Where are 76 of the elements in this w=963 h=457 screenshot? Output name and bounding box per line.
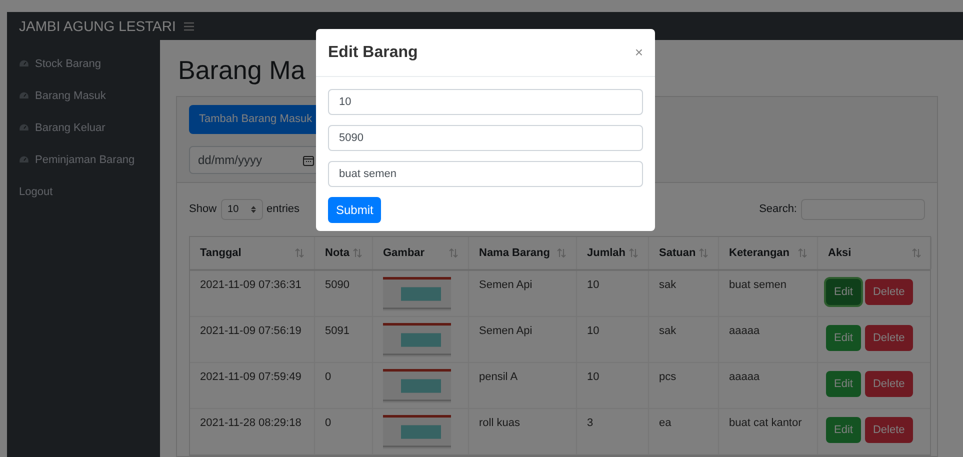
- column-header[interactable]: Tanggal: [190, 237, 315, 269]
- edit-button[interactable]: Edit: [826, 417, 861, 443]
- column-header[interactable]: Satuan: [649, 237, 719, 269]
- table-cell: 2021-11-09 07:56:19: [200, 325, 302, 337]
- gauge-icon: [19, 91, 29, 101]
- table-cell: roll kuas: [479, 417, 520, 429]
- gauge-icon: [19, 123, 29, 133]
- sort-icon: [798, 248, 807, 258]
- modal-title: Edit Barang: [328, 42, 418, 62]
- submit-button[interactable]: Submit: [328, 197, 382, 223]
- image-thumbnail: [383, 323, 451, 357]
- table-cell: 10: [587, 279, 600, 291]
- table-cell: aaaaa: [729, 325, 760, 337]
- image-thumbnail: [383, 369, 451, 403]
- edit-button[interactable]: Edit: [826, 325, 861, 351]
- table-cell: sak: [659, 279, 676, 291]
- gauge-icon: [19, 59, 29, 69]
- sidebar-link[interactable]: Barang Keluar: [7, 112, 160, 144]
- delete-button[interactable]: Delete: [864, 417, 913, 443]
- input-field[interactable]: 5090: [328, 125, 643, 151]
- sidebar-link[interactable]: Peminjaman Barang: [7, 144, 160, 176]
- table-cell: 5090: [325, 279, 350, 291]
- sort-icon: [557, 248, 566, 258]
- sort-icon: [295, 248, 304, 258]
- delete-button[interactable]: Delete: [864, 325, 913, 351]
- table-cell: Semen Api: [479, 325, 532, 337]
- entries-label: entries: [266, 202, 300, 218]
- edit-button[interactable]: Edit: [826, 279, 861, 305]
- select-arrows-icon: [250, 206, 256, 213]
- page-title: Barang Ma: [178, 54, 306, 87]
- sort-icon: [629, 248, 638, 258]
- input-field[interactable]: buat semen: [328, 161, 643, 187]
- image-thumbnail: [383, 277, 451, 311]
- show-label: Show: [189, 202, 217, 218]
- entries-select[interactable]: 10: [220, 199, 263, 220]
- table-cell: Semen Api: [479, 279, 532, 291]
- table-cell: 3: [587, 417, 594, 429]
- table-cell: pensil A: [479, 371, 518, 383]
- sort-icon: [449, 248, 458, 258]
- delete-button[interactable]: Delete: [864, 371, 913, 397]
- table-cell: buat cat kantor: [729, 417, 802, 429]
- table-cell: 2021-11-28 08:29:18: [200, 417, 302, 429]
- table-cell: pcs: [659, 371, 676, 383]
- table-cell: 2021-11-09 07:36:31: [200, 279, 302, 291]
- column-header[interactable]: Nota: [315, 237, 373, 269]
- table-cell: sak: [659, 325, 676, 337]
- sidebar-link[interactable]: Barang Masuk: [7, 80, 160, 112]
- brand-name: JAMBI AGUNG LESTARI: [19, 16, 176, 36]
- table-cell: aaaaa: [729, 371, 760, 383]
- sort-icon: [699, 248, 708, 258]
- sort-icon: [353, 248, 362, 258]
- column-header[interactable]: Gambar: [373, 237, 469, 269]
- delete-button[interactable]: Delete: [864, 279, 913, 305]
- sidebar-link[interactable]: Stock Barang: [7, 48, 160, 80]
- table-cell: 10: [587, 325, 600, 337]
- table-cell: 0: [325, 417, 332, 429]
- table-cell: buat semen: [729, 279, 786, 291]
- sidebar-link[interactable]: Logout: [7, 176, 160, 208]
- input-field[interactable]: 10: [328, 89, 643, 115]
- table-cell: 0: [325, 371, 332, 383]
- column-header[interactable]: Jumlah: [577, 237, 649, 269]
- table-cell: 5091: [325, 325, 350, 337]
- column-header[interactable]: Nama Barang: [469, 237, 577, 269]
- table-cell: ea: [659, 417, 672, 429]
- table-cell: 10: [587, 371, 600, 383]
- calendar-icon[interactable]: [303, 154, 314, 166]
- image-thumbnail: [383, 415, 451, 449]
- close-button[interactable]: ×: [634, 42, 643, 63]
- table-cell: 2021-11-09 07:59:49: [200, 371, 302, 383]
- column-header[interactable]: Keterangan: [719, 237, 818, 269]
- column-header[interactable]: Aksi: [818, 237, 932, 269]
- sort-icon: [912, 248, 921, 258]
- gauge-icon: [19, 155, 29, 165]
- edit-button[interactable]: Edit: [826, 371, 861, 397]
- search-label: Search:: [759, 202, 797, 218]
- menu-icon[interactable]: [184, 22, 194, 30]
